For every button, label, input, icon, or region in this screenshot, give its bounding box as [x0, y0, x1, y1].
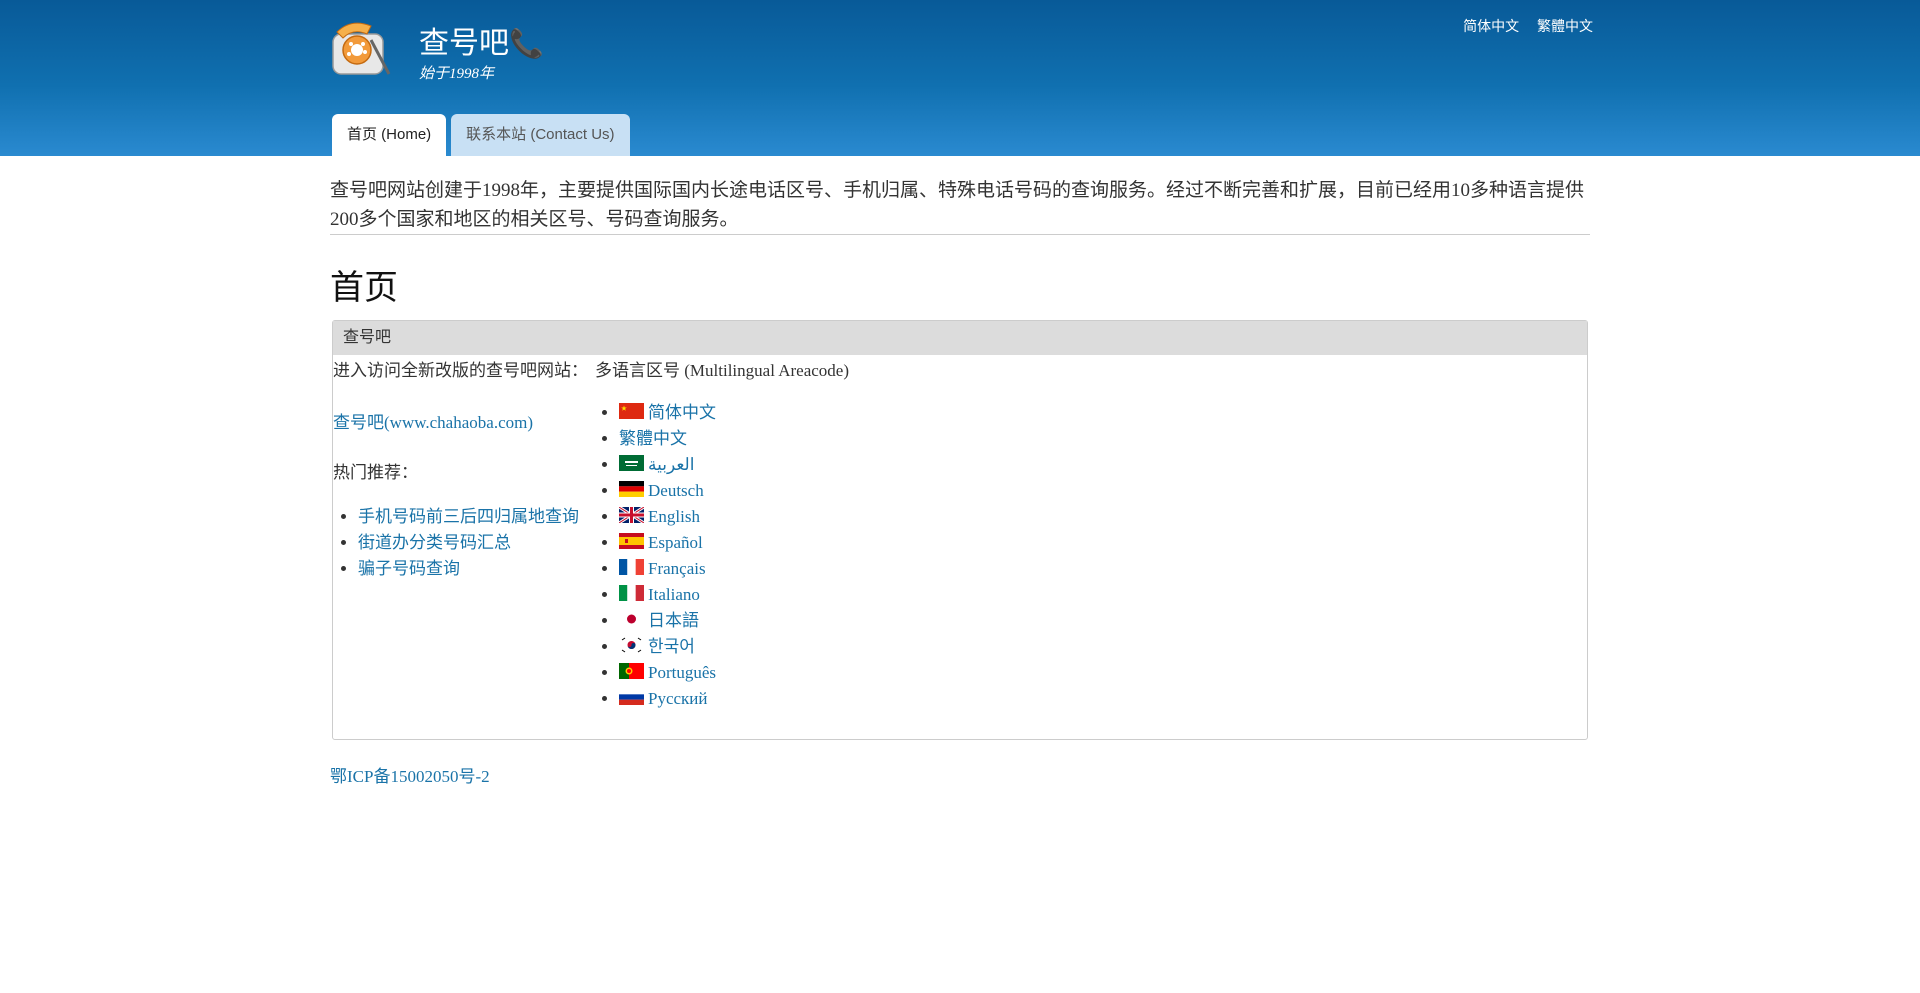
main-tabs: 首页 (Home) 联系本站 (Contact Us)	[332, 114, 630, 156]
site-slogan: 始于1998年	[419, 66, 495, 82]
language-link[interactable]: English	[648, 507, 700, 526]
language-list-item: Italiano	[619, 582, 849, 608]
hot-link-scam[interactable]: 骗子号码查询	[358, 559, 460, 578]
tab-home[interactable]: 首页 (Home)	[332, 114, 447, 156]
hot-link-mobile[interactable]: 手机号码前三后四归属地查询	[358, 507, 579, 526]
telephone-logo-icon[interactable]	[327, 16, 397, 80]
lang-link-simplified[interactable]: 简体中文	[1463, 18, 1519, 34]
page-title: 首页	[330, 269, 398, 307]
multilingual-label: 多语言区号 (Multilingual Areacode)	[595, 361, 850, 380]
list-item: 骗子号码查询	[358, 556, 593, 582]
language-list: 简体中文繁體中文 العربية Deutsch English Español Fran…	[595, 400, 849, 712]
flag-ru-icon	[619, 687, 644, 705]
language-link[interactable]: 简体中文	[648, 403, 716, 422]
language-list-item: Español	[619, 530, 849, 556]
left-column: 进入访问全新改版的查号吧网站： 查号吧(www.chahaoba.com) 热门…	[333, 355, 593, 582]
site-intro: 查号吧网站创建于1998年，主要提供国际国内长途电话区号、手机归属、特殊电话号码…	[330, 180, 1585, 230]
language-list-item: Русский	[619, 686, 849, 712]
language-list-item: Français	[619, 556, 849, 582]
flag-it-icon	[619, 583, 644, 601]
language-list-item: 繁體中文	[619, 426, 849, 452]
language-list-item: Português	[619, 660, 849, 686]
language-link[interactable]: Español	[648, 533, 703, 552]
language-link[interactable]: Русский	[648, 689, 708, 708]
language-list-item: 日本語	[619, 608, 849, 634]
right-column: 多语言区号 (Multilingual Areacode) 简体中文繁體中文 ال…	[595, 355, 849, 712]
language-list-item: 한국어	[619, 634, 849, 660]
language-link[interactable]: Deutsch	[648, 481, 704, 500]
language-link[interactable]: Italiano	[648, 585, 700, 604]
lang-link-traditional[interactable]: 繁體中文	[1537, 18, 1593, 34]
visit-label: 进入访问全新改版的查号吧网站：	[333, 361, 588, 380]
language-link[interactable]: Français	[648, 559, 706, 578]
flag-pt-icon	[619, 661, 644, 679]
hot-label: 热门推荐：	[333, 463, 418, 482]
language-link[interactable]: 日本語	[648, 611, 699, 630]
language-link[interactable]: Português	[648, 663, 716, 682]
content-panel: 查号吧 进入访问全新改版的查号吧网站： 查号吧(www.chahaoba.com…	[332, 320, 1588, 740]
flag-gb-icon	[618, 505, 645, 525]
list-item: 手机号码前三后四归属地查询	[358, 504, 593, 530]
language-list-item: English	[618, 504, 849, 530]
flag-es-icon	[619, 531, 644, 549]
hot-links-list: 手机号码前三后四归属地查询 街道办分类号码汇总 骗子号码查询	[333, 504, 593, 582]
flag-kr-icon	[619, 635, 644, 653]
language-link[interactable]: 한국어	[648, 637, 695, 656]
site-title: 查号吧📞	[419, 27, 544, 60]
flag-fr-icon	[619, 557, 644, 575]
flag-sa-icon	[619, 453, 644, 471]
panel-heading: 查号吧	[333, 321, 1587, 355]
icp-link[interactable]: 鄂ICP备15002050号-2	[330, 767, 490, 786]
flag-de-icon	[619, 479, 644, 497]
language-link[interactable]: 繁體中文	[619, 429, 687, 448]
list-item: 街道办分类号码汇总	[358, 530, 593, 556]
language-link[interactable]: العربية	[648, 455, 694, 474]
flag-jp-icon	[619, 609, 644, 627]
site-header: 查号吧📞 始于1998年 简体中文 繁體中文 首页 (Home) 联系本站 (C…	[0, 0, 1920, 156]
main-site-link[interactable]: 查号吧(www.chahaoba.com)	[333, 413, 533, 432]
hot-link-street[interactable]: 街道办分类号码汇总	[358, 533, 511, 552]
footer: 鄂ICP备15002050号-2	[330, 762, 490, 787]
language-list-item: 简体中文	[619, 400, 849, 426]
tab-contact[interactable]: 联系本站 (Contact Us)	[451, 114, 630, 156]
language-switcher: 简体中文 繁體中文	[1449, 16, 1593, 36]
language-list-item: العربية	[619, 452, 849, 478]
flag-cn-icon	[619, 401, 644, 419]
phone-icon: 📞	[509, 28, 544, 59]
divider	[330, 234, 1590, 235]
language-list-item: Deutsch	[619, 478, 849, 504]
